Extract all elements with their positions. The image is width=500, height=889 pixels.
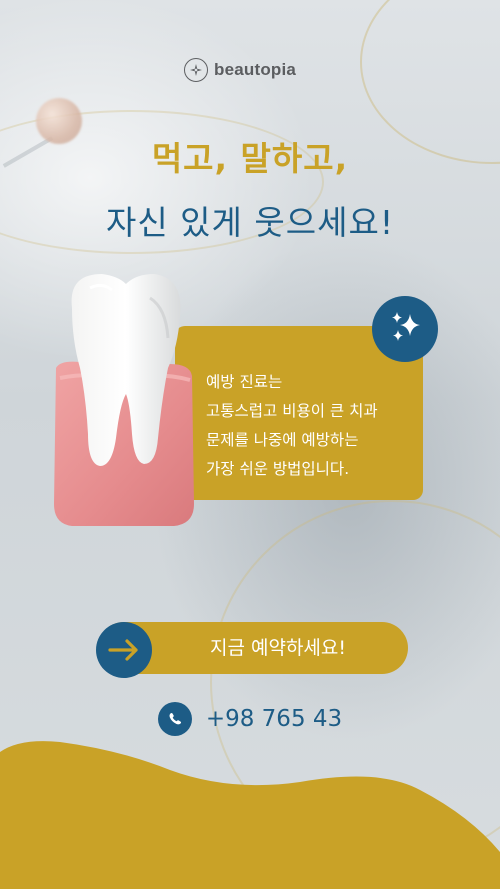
info-line: 고통스럽고 비용이 큰 치과 bbox=[206, 402, 378, 420]
book-now-label[interactable]: 지금 예약하세요! bbox=[158, 622, 398, 674]
brand-logo: beautopia bbox=[184, 58, 296, 82]
compass-rose-icon bbox=[184, 58, 208, 82]
info-line: 예방 진료는 bbox=[206, 373, 283, 391]
arrow-right-icon[interactable] bbox=[96, 622, 152, 678]
info-line: 문제를 나중에 예방하는 bbox=[206, 431, 359, 449]
info-text: 예방 진료는 고통스럽고 비용이 큰 치과 문제를 나중에 예방하는 가장 쉬운… bbox=[206, 368, 426, 484]
headline-line-2: 자신 있게 웃으세요! bbox=[105, 203, 395, 242]
tooth-model-illustration bbox=[50, 268, 200, 528]
headline-line-1: 먹고, 말하고, bbox=[151, 139, 349, 178]
sparkle-badge bbox=[372, 296, 438, 362]
flyer-page: beautopia 먹고, 말하고, 자신 있게 웃으세요! 예방 진료는 고통… bbox=[0, 0, 500, 889]
sparkle-icon bbox=[386, 308, 424, 350]
brand-name: beautopia bbox=[214, 60, 297, 79]
phone-number[interactable]: +98 765 43 bbox=[206, 706, 342, 732]
info-line: 가장 쉬운 방법입니다. bbox=[206, 460, 350, 478]
bottom-wave-decoration bbox=[0, 741, 500, 889]
